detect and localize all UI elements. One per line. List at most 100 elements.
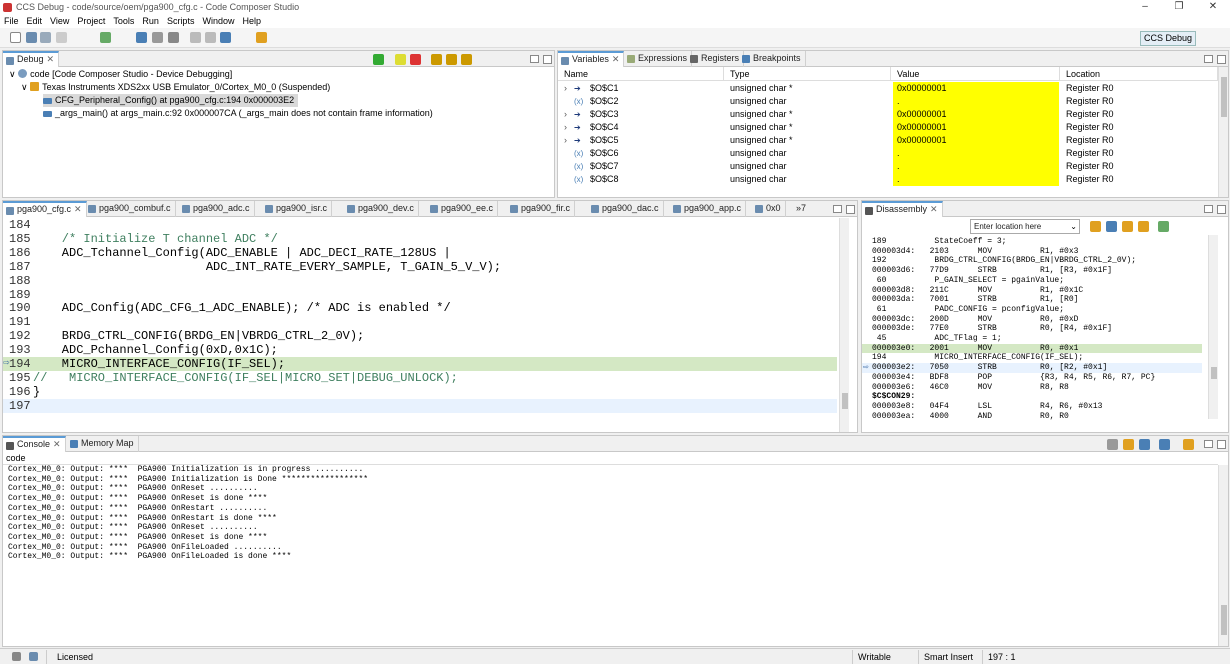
editor-tab[interactable]: pga900_isr.c bbox=[262, 201, 333, 217]
scroll-lock-icon[interactable] bbox=[1123, 439, 1134, 450]
refresh-icon[interactable] bbox=[1090, 221, 1101, 232]
menu-file[interactable]: File bbox=[0, 14, 23, 28]
more-tabs-button[interactable]: »7 bbox=[792, 201, 810, 217]
variable-row[interactable]: › ➔ $O$C3 unsigned char * 0x00000001 Register… bbox=[558, 108, 1218, 121]
print-icon[interactable] bbox=[56, 32, 67, 43]
minimize-view-icon[interactable] bbox=[1204, 440, 1213, 448]
new-icon[interactable] bbox=[10, 32, 21, 43]
restore-button[interactable]: ❐ bbox=[1162, 0, 1196, 14]
terminate-icon[interactable] bbox=[410, 54, 421, 65]
mixed-mode-icon[interactable] bbox=[1122, 221, 1133, 232]
show-source-icon[interactable] bbox=[1138, 221, 1149, 232]
menu-tools[interactable]: Tools bbox=[109, 14, 138, 28]
flash-icon[interactable] bbox=[168, 32, 179, 43]
variable-row[interactable]: › ➔ $O$C4 unsigned char * 0x00000001 Register… bbox=[558, 121, 1218, 134]
tree-item-frame-cfg[interactable]: CFG_Peripheral_Config() at pga900_cfg.c:… bbox=[43, 94, 299, 107]
tree-item-frame-args[interactable]: _args_main() at args_main.c:92 0x000007C… bbox=[43, 107, 433, 120]
load-icon[interactable] bbox=[220, 32, 231, 43]
expand-icon[interactable]: › bbox=[564, 108, 574, 121]
disassembly-scrollbar[interactable] bbox=[1208, 235, 1218, 419]
editor-tab[interactable]: pga900_combuf.c bbox=[85, 201, 176, 217]
editor-tab[interactable]: pga900_app.c bbox=[670, 201, 747, 217]
menu-project[interactable]: Project bbox=[73, 14, 109, 28]
tab-debug[interactable]: Debug ✕ bbox=[3, 51, 60, 67]
reset-icon[interactable] bbox=[190, 32, 201, 43]
license-icon[interactable] bbox=[29, 652, 38, 661]
pin-icon[interactable] bbox=[256, 32, 267, 43]
open-console-icon[interactable] bbox=[1183, 439, 1194, 450]
tab-disassembly[interactable]: Disassembly ✕ bbox=[862, 201, 943, 217]
expand-icon[interactable]: › bbox=[564, 121, 574, 134]
build-icon[interactable] bbox=[100, 32, 111, 43]
expand-icon[interactable]: › bbox=[564, 134, 574, 147]
step-return-icon[interactable] bbox=[461, 54, 472, 65]
step-over-icon[interactable] bbox=[446, 54, 457, 65]
location-input[interactable]: Enter location here ⌄ bbox=[970, 219, 1080, 234]
restart-icon[interactable] bbox=[205, 32, 216, 43]
minimize-view-icon[interactable] bbox=[833, 205, 842, 213]
editor-tab[interactable]: pga900_ee.c bbox=[427, 201, 499, 217]
close-icon[interactable]: ✕ bbox=[53, 439, 61, 449]
tab-expressions[interactable]: Expressions bbox=[624, 51, 693, 67]
minimize-view-icon[interactable] bbox=[1204, 55, 1213, 63]
expand-icon[interactable]: ∨ bbox=[9, 69, 16, 79]
step-icon[interactable] bbox=[1158, 221, 1169, 232]
variable-value[interactable]: 0x00000001 bbox=[893, 82, 1059, 95]
editor-scrollbar[interactable] bbox=[839, 218, 849, 432]
menu-window[interactable]: Window bbox=[198, 14, 238, 28]
menu-help[interactable]: Help bbox=[238, 14, 265, 28]
resume-icon[interactable] bbox=[373, 54, 384, 65]
variable-value[interactable]: 0x00000001 bbox=[893, 108, 1059, 121]
column-location[interactable]: Location bbox=[1060, 67, 1218, 81]
tab-console[interactable]: Console ✕ bbox=[3, 436, 66, 452]
minimize-button[interactable]: – bbox=[1128, 0, 1162, 14]
save-all-icon[interactable] bbox=[40, 32, 51, 43]
maximize-view-icon[interactable] bbox=[1217, 205, 1226, 214]
variable-value[interactable]: . bbox=[893, 147, 1059, 160]
tab-memory-map[interactable]: Memory Map bbox=[67, 436, 139, 452]
debug-icon[interactable] bbox=[136, 32, 147, 43]
menu-run[interactable]: Run bbox=[138, 14, 163, 28]
menu-edit[interactable]: Edit bbox=[23, 14, 47, 28]
minimize-view-icon[interactable] bbox=[530, 55, 539, 63]
maximize-view-icon[interactable] bbox=[1217, 55, 1226, 64]
variable-value[interactable]: . bbox=[893, 95, 1059, 108]
column-type[interactable]: Type bbox=[724, 67, 891, 81]
editor-tab[interactable]: 0x0 bbox=[752, 201, 786, 217]
editor-tab[interactable]: pga900_adc.c bbox=[179, 201, 255, 217]
variables-scrollbar[interactable] bbox=[1218, 67, 1228, 197]
tab-registers[interactable]: Registers bbox=[687, 51, 745, 67]
expand-icon[interactable]: › bbox=[564, 82, 574, 95]
menu-scripts[interactable]: Scripts bbox=[163, 14, 199, 28]
chevron-down-icon[interactable]: ⌄ bbox=[1070, 222, 1077, 231]
variable-value[interactable]: 0x00000001 bbox=[893, 121, 1059, 134]
variable-row[interactable]: (x) $O$C2 unsigned char. Register R0 bbox=[558, 95, 1218, 108]
perspective-ccs-debug[interactable]: CCS Debug bbox=[1139, 31, 1196, 46]
close-icon[interactable]: ✕ bbox=[47, 54, 55, 64]
maximize-view-icon[interactable] bbox=[846, 205, 855, 214]
close-icon[interactable]: ✕ bbox=[74, 204, 82, 214]
tree-item-session[interactable]: ∨ code [Code Composer Studio - Device De… bbox=[9, 68, 232, 81]
maximize-view-icon[interactable] bbox=[1217, 440, 1226, 449]
variable-value[interactable]: 0x00000001 bbox=[893, 134, 1059, 147]
tab-breakpoints[interactable]: Breakpoints bbox=[739, 51, 806, 67]
expand-icon[interactable]: ∨ bbox=[21, 82, 28, 92]
editor-tab[interactable]: pga900_cfg.c ✕ bbox=[3, 201, 87, 217]
console-output[interactable]: Cortex_M0_0: Output: **** PGA900 Initial… bbox=[3, 465, 1218, 645]
save-icon[interactable] bbox=[26, 32, 37, 43]
variable-row[interactable]: (x) $O$C7 unsigned char. Register R0 bbox=[558, 160, 1218, 173]
console-scrollbar[interactable] bbox=[1218, 465, 1228, 646]
variable-row[interactable]: › ➔ $O$C1 unsigned char * 0x00000001 Register… bbox=[558, 82, 1218, 95]
target-icon[interactable] bbox=[152, 32, 163, 43]
variable-row[interactable]: (x) $O$C6 unsigned char. Register R0 bbox=[558, 147, 1218, 160]
close-icon[interactable]: ✕ bbox=[930, 204, 938, 214]
code-editor[interactable]: 184 185 /* Initialize T channel ADC */186… bbox=[3, 218, 839, 418]
display-console-icon[interactable] bbox=[1159, 439, 1170, 450]
suspend-icon[interactable] bbox=[395, 54, 406, 65]
editor-tab[interactable]: pga900_dac.c bbox=[588, 201, 664, 217]
step-into-icon[interactable] bbox=[431, 54, 442, 65]
menu-view[interactable]: View bbox=[46, 14, 73, 28]
variable-value[interactable]: . bbox=[893, 160, 1059, 173]
minimize-view-icon[interactable] bbox=[1204, 205, 1213, 213]
tab-variables[interactable]: Variables ✕ bbox=[558, 51, 625, 67]
